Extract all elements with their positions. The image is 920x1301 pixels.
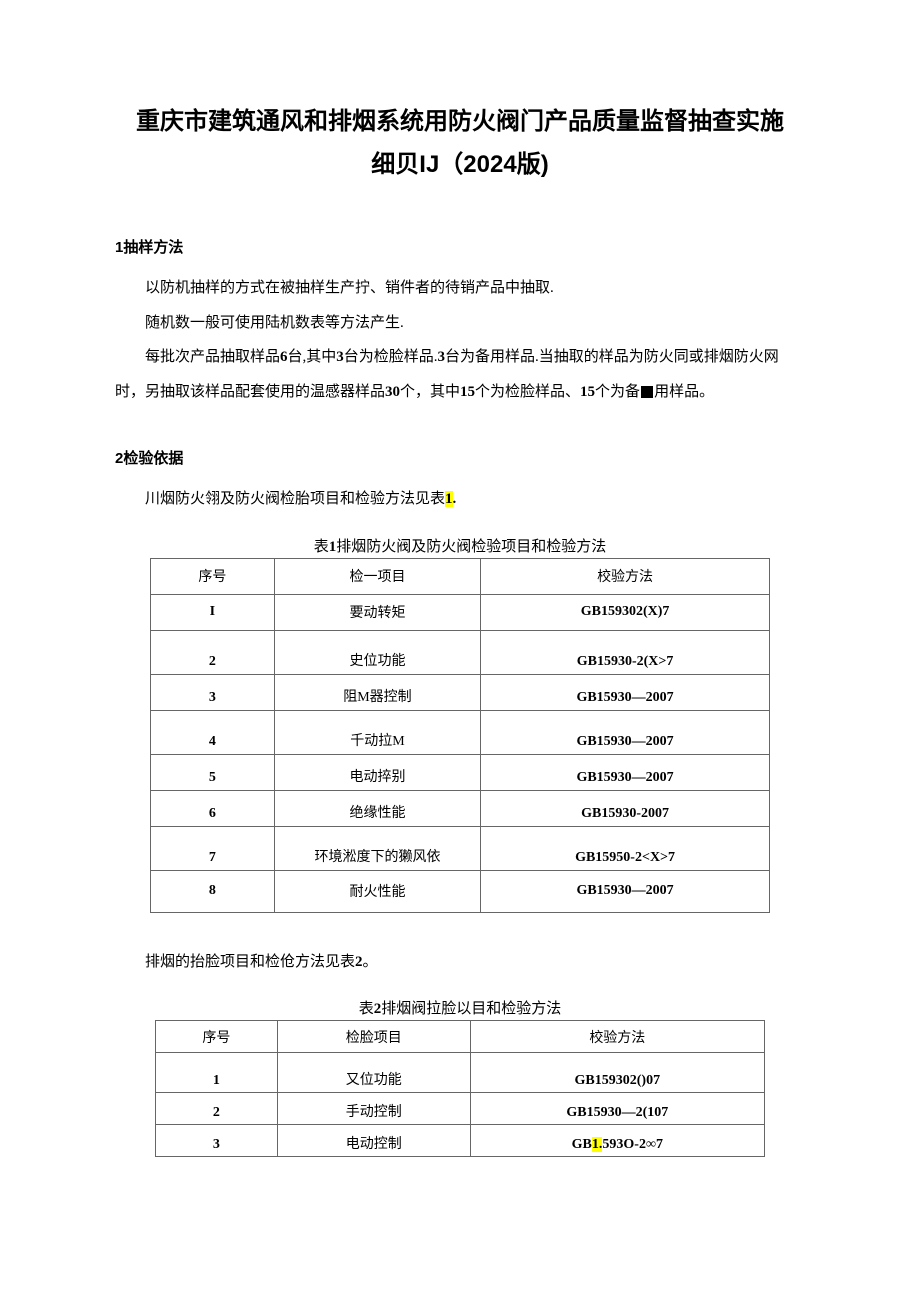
section-1-para-2: 随机数一般可使用陆机数表等方法产生.: [115, 306, 805, 341]
table-row: 1 又位功能 GB159302()07: [156, 1053, 765, 1093]
table-row: 序号 检脸项目 校验方法: [156, 1021, 765, 1053]
section-2-para-1: 川烟防火翎及防火阀检胎项目和检验方法见表1.: [115, 482, 805, 517]
table-row: 6 绝缘性能 GB15930-2007: [151, 790, 770, 826]
table-header-item: 检脸项目: [277, 1021, 470, 1053]
table-row: 4 千动拉M GB15930—2007: [151, 710, 770, 754]
table-header-idx: 序号: [156, 1021, 278, 1053]
section-1-heading: 1抽样方法: [115, 236, 805, 257]
section-2-title: 检验依据: [123, 450, 183, 467]
table-2: 序号 检脸项目 校验方法 1 又位功能 GB159302()07 2 手动控制 …: [155, 1020, 765, 1157]
table-header-idx: 序号: [151, 558, 275, 594]
section-2-para-2: 排烟的抬脸项目和检伧方法见表2。: [115, 945, 805, 980]
table-1-caption: 表1排烟防火阀及防火阀检验项目和检验方法: [115, 535, 805, 556]
document-title: 重庆市建筑通风和排烟系统用防火阀门产品质量监督抽查实施 细贝IJ（2024版): [115, 100, 805, 186]
table-row: 7 环境淞度下的獭风依 GB15950-2<X>7: [151, 826, 770, 870]
table-2-caption: 表2排烟阀拉脸以目和检验方法: [115, 997, 805, 1018]
title-line-1: 重庆市建筑通风和排烟系统用防火阀门产品质量监督抽查实施: [115, 100, 805, 143]
table-row: 序号 检一项目 校验方法: [151, 558, 770, 594]
title-line-2: 细贝IJ（2024版): [115, 143, 805, 186]
table-row: I 要动转矩 GB159302(X)7: [151, 594, 770, 630]
table-header-item: 检一项目: [274, 558, 480, 594]
section-2-heading: 2检验依据: [115, 447, 805, 468]
table-1: 序号 检一项目 校验方法 I 要动转矩 GB159302(X)7 2 史位功能 …: [150, 558, 770, 913]
table-row: 2 史位功能 GB15930-2(X>7: [151, 630, 770, 674]
table-row: 3 电动控制 GB1.593O-2∞7: [156, 1125, 765, 1157]
table-header-method: 校验方法: [470, 1021, 764, 1053]
section-1-para-3: 每批次产品抽取样品6台,其中3台为检脸样品.3台为备用样品.当抽取的样品为防火同…: [115, 340, 805, 409]
table-row: 2 手动控制 GB15930—2(107: [156, 1093, 765, 1125]
table-row: 8 耐火性能 GB15930—2007: [151, 870, 770, 912]
black-square-icon: [641, 386, 653, 398]
section-1-title: 抽样方法: [123, 239, 183, 256]
section-1-para-1: 以防机抽样的方式在被抽样生产拧、销件者的待销产品中抽取.: [115, 271, 805, 306]
table-row: 5 电动捽别 GB15930—2007: [151, 754, 770, 790]
table-header-method: 校验方法: [481, 558, 770, 594]
table-row: 3 阻M器控制 GB15930—2007: [151, 674, 770, 710]
